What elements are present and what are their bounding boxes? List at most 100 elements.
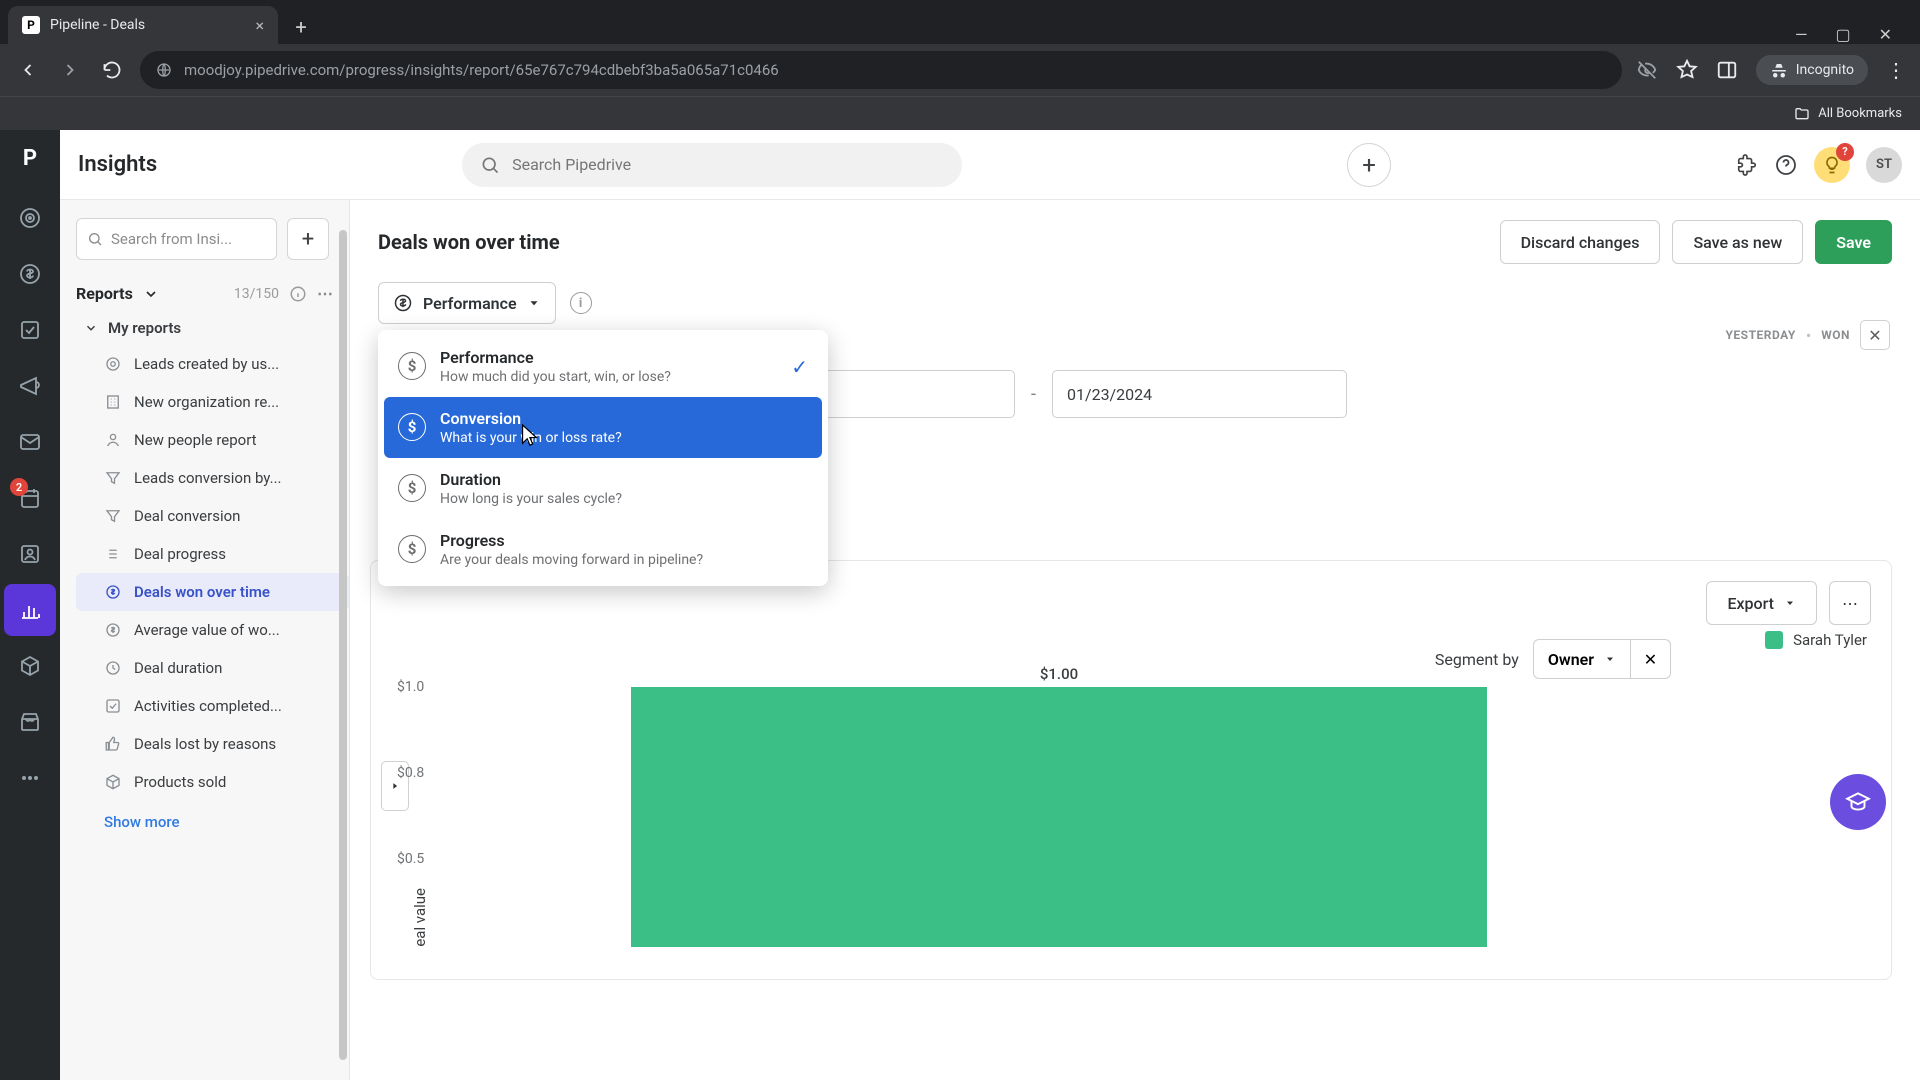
minimize-icon[interactable]: — [1795,25,1808,44]
report-type-icon [104,393,122,411]
bookmarks-bar: All Bookmarks [0,96,1920,130]
browser-tab[interactable]: P Pipeline - Deals × [8,6,278,44]
menu-item-duration[interactable]: $DurationHow long is your sales cycle? [384,458,822,519]
global-search[interactable]: Search Pipedrive [462,143,962,187]
panel-icon[interactable] [1716,59,1738,81]
star-icon[interactable] [1676,59,1698,81]
search-placeholder: Search Pipedrive [512,155,631,174]
menu-item-performance[interactable]: $PerformanceHow much did you start, win,… [384,336,822,397]
rail-more[interactable] [4,752,56,804]
dollar-circle-icon: $ [398,474,426,502]
my-reports-group[interactable]: My reports [76,309,349,345]
rail-focus[interactable] [4,192,56,244]
chart-area: $1.00 $1.0 $0.8 $0.5 eal value [447,687,1671,947]
report-item[interactable]: New people report [76,421,349,459]
tag-yesterday: YESTERDAY [1726,328,1796,342]
rail-contacts[interactable] [4,528,56,580]
graduation-icon [1845,789,1871,815]
user-avatar[interactable]: ST [1866,147,1902,183]
reload-button[interactable] [98,56,126,84]
save-as-new-button[interactable]: Save as new [1672,220,1803,264]
report-type-icon [104,621,122,639]
help-icon[interactable] [1774,153,1798,177]
rail-campaigns[interactable] [4,360,56,412]
quick-add-button[interactable]: + [1347,143,1391,187]
report-type-icon [104,469,122,487]
export-button[interactable]: Export [1706,581,1817,625]
rail-deals[interactable] [4,248,56,300]
report-item[interactable]: Deal conversion [76,497,349,535]
report-item[interactable]: Average value of wo... [76,611,349,649]
report-item[interactable]: New organization re... [76,383,349,421]
report-item[interactable]: Deal duration [76,649,349,687]
nav-rail: P 2 [0,130,60,1080]
search-icon [87,231,103,247]
kebab-icon[interactable]: ⋮ [1886,58,1906,82]
report-item[interactable]: Deals lost by reasons [76,725,349,763]
segment-label: Segment by [1435,650,1519,669]
discard-button[interactable]: Discard changes [1500,220,1661,264]
favicon-icon: P [22,16,40,34]
caret-down-icon [527,296,541,310]
show-more-link[interactable]: Show more [76,801,349,831]
window-controls: — ▢ ✕ [1775,25,1912,44]
forward-button[interactable] [56,56,84,84]
chart-bar[interactable] [631,687,1488,947]
rail-mail[interactable] [4,416,56,468]
report-type-icon [104,355,122,373]
report-item[interactable]: Leads created by us... [76,345,349,383]
sidebar-search[interactable]: Search from Insi... [76,218,277,260]
remove-filter-button[interactable]: ✕ [1860,320,1890,350]
reports-section-header[interactable]: Reports 13/150 ⋯ [76,278,349,309]
report-item[interactable]: Products sold [76,763,349,801]
back-button[interactable] [14,56,42,84]
legend-swatch [1765,631,1783,649]
chart-more-button[interactable]: ⋯ [1829,581,1871,625]
address-bar[interactable]: moodjoy.pipedrive.com/progress/insights/… [140,51,1622,89]
tab-title: Pipeline - Deals [50,17,145,33]
pipedrive-logo[interactable]: P [10,138,50,178]
report-item[interactable]: Leads conversion by... [76,459,349,497]
save-button[interactable]: Save [1815,220,1892,264]
report-list: Leads created by us...New organization r… [76,345,349,801]
date-to-input[interactable]: 01/23/2024 [1052,370,1347,418]
topbar: Insights Search Pipedrive + ? ST [60,130,1920,200]
segment-dropdown[interactable]: Owner [1533,639,1631,679]
close-window-icon[interactable]: ✕ [1879,25,1892,44]
all-bookmarks-link[interactable]: All Bookmarks [1818,106,1902,121]
menu-item-progress[interactable]: $ProgressAre your deals moving forward i… [384,519,822,580]
maximize-icon[interactable]: ▢ [1835,25,1850,44]
report-count: 13/150 [234,286,279,302]
rail-marketplace[interactable] [4,696,56,748]
report-item[interactable]: Deals won over time [76,573,349,611]
rail-products[interactable] [4,640,56,692]
site-info-icon [156,62,172,78]
report-item[interactable]: Deal progress [76,535,349,573]
menu-item-conversion[interactable]: $ConversionWhat is your win or loss rate… [384,397,822,458]
report-type-icon [104,583,122,601]
info-icon[interactable] [289,285,307,303]
caret-down-icon [1604,653,1616,665]
close-tab-icon[interactable]: × [255,16,264,35]
help-fab[interactable] [1830,774,1886,830]
dollar-circle-icon: $ [398,413,426,441]
eye-off-icon[interactable] [1636,59,1658,81]
more-icon[interactable]: ⋯ [317,284,333,303]
rail-badge: 2 [10,478,28,496]
dollar-circle-icon: $ [398,535,426,563]
extension-icon[interactable] [1736,154,1758,176]
search-icon [480,155,500,175]
report-type-dropdown[interactable]: Performance [378,282,556,324]
rail-projects[interactable] [4,304,56,356]
info-icon[interactable]: i [570,292,592,314]
report-item[interactable]: Activities completed... [76,687,349,725]
add-report-button[interactable]: + [287,218,329,260]
incognito-chip[interactable]: Incognito [1756,55,1868,85]
app-root: P 2 Insights Search Pipedrive + ? [0,130,1920,1080]
rail-activities[interactable]: 2 [4,472,56,524]
rail-insights[interactable] [4,584,56,636]
sales-assistant-button[interactable]: ? [1814,147,1850,183]
new-tab-button[interactable]: + [284,10,318,44]
folder-icon [1794,106,1810,122]
clear-segment-button[interactable]: ✕ [1631,639,1671,679]
